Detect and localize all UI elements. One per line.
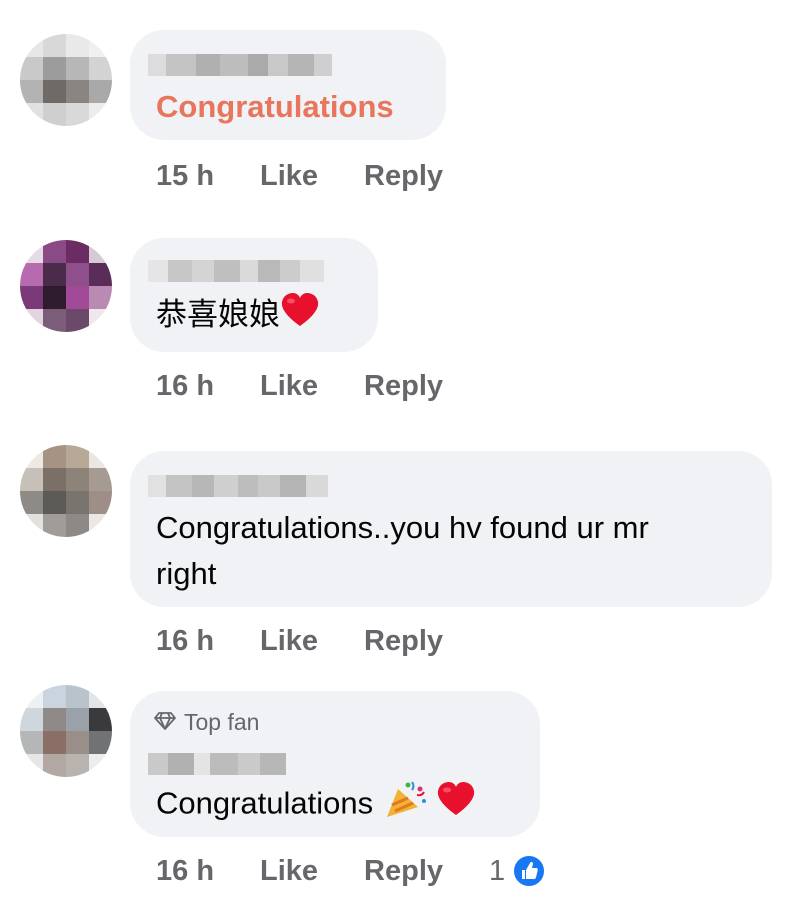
- comment-text-content: 恭喜娘娘: [156, 297, 280, 332]
- comment-2: 恭喜娘娘 16 h Like Reply: [0, 210, 800, 435]
- comment-4: Top fan Congratulations 16 h Like Reply …: [0, 675, 800, 908]
- comment-text: Congratulations: [156, 779, 476, 832]
- comment-actions: 16 h Like Reply 1: [156, 851, 548, 891]
- like-button[interactable]: Like: [260, 855, 318, 888]
- comment-bubble: 恭喜娘娘: [130, 238, 378, 352]
- like-button[interactable]: Like: [260, 625, 318, 658]
- comment-actions: 16 h Like Reply: [156, 366, 443, 406]
- author-name-redacted[interactable]: [148, 260, 324, 282]
- comment-text: 恭喜娘娘: [156, 292, 320, 341]
- comment-time[interactable]: 16 h: [156, 370, 228, 403]
- avatar[interactable]: [20, 240, 112, 332]
- comment-bubble: Congratulations: [130, 30, 446, 140]
- comment-text-content: Congratulations: [156, 785, 374, 821]
- thumbs-up-icon[interactable]: [511, 853, 548, 889]
- comment-1: Congratulations 15 h Like Reply: [0, 0, 800, 210]
- red-heart-icon: [436, 781, 476, 830]
- reply-button[interactable]: Reply: [364, 855, 443, 888]
- top-fan-label: Top fan: [184, 709, 260, 735]
- comment-text-line: right: [156, 556, 217, 591]
- reply-button[interactable]: Reply: [364, 625, 443, 658]
- avatar[interactable]: [20, 685, 112, 777]
- comment-text: Congratulations: [156, 89, 394, 124]
- red-heart-icon: [280, 292, 320, 341]
- avatar[interactable]: [20, 445, 112, 537]
- author-name-redacted[interactable]: [148, 753, 286, 775]
- comment-bubble: Congratulations..you hv found ur mr righ…: [130, 451, 772, 607]
- reaction-count[interactable]: 1: [489, 855, 505, 888]
- comment-time[interactable]: 16 h: [156, 855, 228, 888]
- comment-actions: 16 h Like Reply: [156, 621, 443, 661]
- comment-3: Congratulations..you hv found ur mr righ…: [0, 435, 800, 675]
- author-name-redacted[interactable]: [148, 475, 328, 497]
- top-fan-badge: Top fan: [154, 709, 259, 736]
- like-button[interactable]: Like: [260, 160, 318, 193]
- reply-button[interactable]: Reply: [364, 370, 443, 403]
- like-button[interactable]: Like: [260, 370, 318, 403]
- comment-time[interactable]: 15 h: [156, 160, 228, 193]
- comment-text: Congratulations..you hv found ur mr righ…: [156, 505, 649, 597]
- comment-text-line: Congratulations..you hv found ur mr: [156, 510, 649, 545]
- author-name-redacted[interactable]: [148, 54, 332, 76]
- comment-bubble: Top fan Congratulations: [130, 691, 540, 837]
- reply-button[interactable]: Reply: [364, 160, 443, 193]
- comment-time[interactable]: 16 h: [156, 625, 228, 658]
- avatar[interactable]: [20, 34, 112, 126]
- comment-actions: 15 h Like Reply: [156, 156, 443, 196]
- party-popper-icon: [384, 779, 428, 832]
- diamond-icon: [154, 709, 176, 736]
